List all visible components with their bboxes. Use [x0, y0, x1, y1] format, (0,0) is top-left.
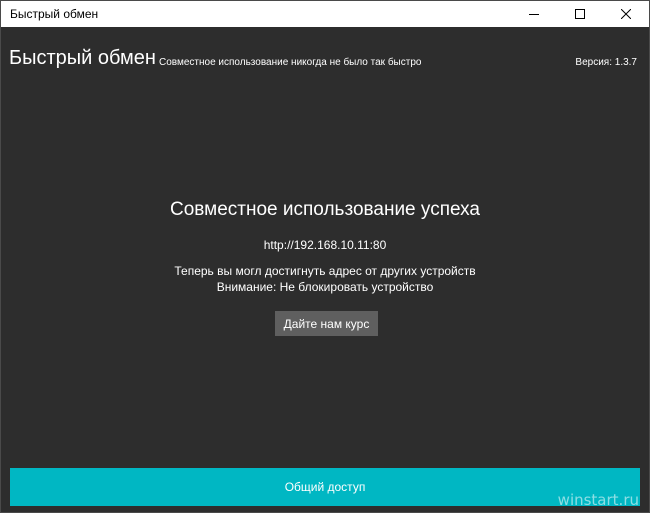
minimize-icon	[529, 14, 539, 15]
app-title: Быстрый обмен	[9, 47, 156, 69]
title-bar[interactable]: Быстрый обмен	[1, 1, 649, 27]
close-button[interactable]	[603, 1, 649, 27]
maximize-button[interactable]	[557, 1, 603, 27]
watermark: winstart.ru	[557, 491, 639, 509]
info-text-reach: Теперь вы могл достигнуть адрес от други…	[174, 264, 476, 278]
app-subtitle: Совместное использование никогда не было…	[159, 57, 422, 68]
maximize-icon	[575, 9, 585, 19]
close-icon	[621, 9, 631, 19]
main-content: Быстрый обмен Совместное использование н…	[1, 27, 649, 512]
minimize-button[interactable]	[511, 1, 557, 27]
share-button-label: Общий доступ	[284, 480, 366, 494]
rate-us-button[interactable]: Дайте нам курс	[275, 311, 378, 336]
window-title: Быстрый обмен	[10, 7, 99, 21]
share-url: http://192.168.10.11:80	[263, 238, 387, 252]
version-label: Версия: 1.3.7	[575, 57, 637, 68]
share-button[interactable]: Общий доступ	[10, 468, 640, 506]
app-window: Быстрый обмен Быстрый обмен Совместное и…	[0, 0, 650, 513]
info-text-warning: Внимание: Не блокировать устройство	[216, 280, 434, 294]
success-heading: Совместное использование успеха	[170, 199, 480, 220]
